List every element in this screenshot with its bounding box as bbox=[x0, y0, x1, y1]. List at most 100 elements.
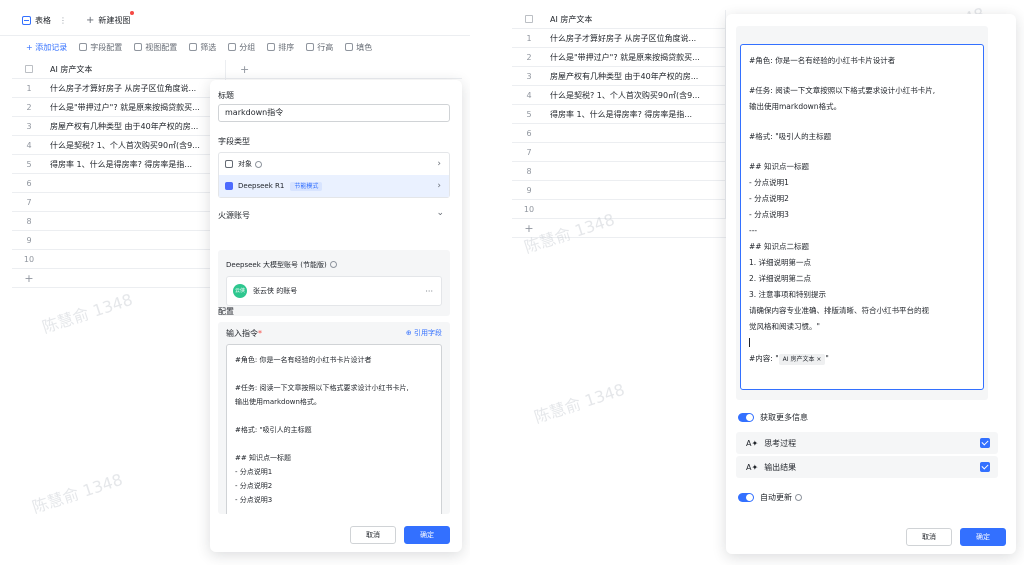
prompt-line: ## 知识点二标题 bbox=[749, 242, 809, 251]
tab-new-view[interactable]: + 新建视图 bbox=[86, 12, 130, 28]
sort-button[interactable]: 排序 bbox=[267, 42, 294, 53]
prompt-line: - 分点说明2 bbox=[749, 194, 789, 203]
table-cell[interactable] bbox=[546, 123, 726, 143]
sort-label: 排序 bbox=[278, 42, 295, 52]
column-header-ai-text[interactable]: AI 房产文本 bbox=[546, 9, 726, 29]
table-cell[interactable] bbox=[46, 249, 226, 269]
ok-button[interactable]: 确定 bbox=[960, 528, 1006, 546]
select-all-checkbox[interactable] bbox=[25, 65, 33, 73]
info-icon bbox=[255, 160, 262, 168]
auto-update-text: 自动更新 bbox=[760, 493, 792, 502]
table-cell[interactable] bbox=[546, 180, 726, 200]
output-result-option[interactable]: A✦ 输出结果 bbox=[736, 456, 998, 478]
fill-color-label: 填色 bbox=[356, 42, 373, 52]
auto-update-toggle[interactable] bbox=[738, 493, 754, 502]
table-cell[interactable]: 什么是契税? 1、个人首次购买90㎡(含9... bbox=[46, 135, 226, 155]
field-config-button[interactable]: 字段配置 bbox=[79, 42, 122, 53]
row-number: 8 bbox=[26, 216, 32, 226]
dialog-footer: 取消 确定 bbox=[350, 526, 450, 544]
table-cell[interactable] bbox=[546, 161, 726, 181]
fill-color-button[interactable]: 填色 bbox=[345, 42, 372, 53]
cancel-button[interactable]: 取消 bbox=[350, 526, 396, 544]
more-vertical-icon[interactable]: ⋮ bbox=[59, 16, 67, 25]
account-card[interactable]: 云侠 张云侠 的账号 ··· bbox=[226, 276, 442, 306]
row-number: 3 bbox=[526, 71, 532, 81]
chevron-down-icon[interactable]: ⌄ bbox=[436, 208, 444, 218]
field-type-object[interactable]: 对象 › bbox=[219, 153, 449, 175]
prompt-textarea[interactable]: #角色: 你是一名有经验的小红书卡片设计者 #任务: 阅读一下文章按照以下格式要求… bbox=[226, 344, 442, 514]
table-cell[interactable]: 什么房子才算好房子 从房子区位角度说... bbox=[546, 28, 726, 48]
field-type-label: 字段类型 bbox=[218, 137, 250, 146]
add-row-icon[interactable]: + bbox=[512, 222, 546, 235]
table-cell[interactable]: 得房率 1、什么是得房率? 得房率是指... bbox=[546, 104, 726, 124]
input-label-text: 输入指令 bbox=[226, 329, 258, 338]
info-icon bbox=[329, 261, 337, 268]
content-prefix: #内容: " bbox=[749, 354, 779, 363]
prompt-line: ## 知识点一标题 bbox=[235, 454, 291, 462]
prompt-line: - 分点说明1 bbox=[235, 468, 273, 476]
table-cell[interactable]: 什么房子才算好房子 从房子区位角度说... bbox=[46, 78, 226, 98]
table-cell[interactable] bbox=[46, 192, 226, 212]
table-cell[interactable]: 房屋产权有几种类型 由于40年产权的房... bbox=[546, 66, 726, 86]
table-cell[interactable] bbox=[546, 142, 726, 162]
gear-icon bbox=[79, 42, 88, 51]
prompt-line: 请确保内容专业准确、排版清晰、符合小红书平台的视 bbox=[749, 306, 929, 315]
row-number: 2 bbox=[526, 52, 532, 62]
prompt-line: - 分点说明2 bbox=[235, 482, 273, 490]
reference-field-link[interactable]: ⊕ 引用字段 bbox=[406, 328, 442, 338]
sort-icon bbox=[267, 42, 276, 51]
thinking-process-checkbox[interactable] bbox=[980, 438, 990, 448]
table-cell[interactable]: 得房率 1、什么是得房率? 得房率是指... bbox=[46, 154, 226, 174]
add-row-icon[interactable]: + bbox=[12, 272, 46, 285]
table-cell[interactable]: 什么是"带押过户"? 就是原来按揭贷款买... bbox=[46, 97, 226, 117]
table-cell[interactable] bbox=[46, 230, 226, 250]
filter-icon bbox=[189, 42, 198, 51]
field-config-dialog: #角色: 你是一名有经验的小红书卡片设计者 #任务: 阅读一下文章按照以下格式要求… bbox=[726, 14, 1016, 554]
column-header-ai-text[interactable]: AI 房产文本 bbox=[46, 59, 226, 79]
table-cell[interactable] bbox=[46, 173, 226, 193]
prompt-line: 3. 注意事项和特别提示 bbox=[749, 290, 827, 299]
content-reference-line: #内容: " AI 房产文本 × " bbox=[749, 351, 975, 367]
tab-table[interactable]: 表格 ⋮ bbox=[22, 12, 67, 28]
prompt-line bbox=[749, 115, 975, 129]
get-more-info-toggle[interactable] bbox=[738, 413, 754, 422]
auto-update-label: 自动更新 bbox=[760, 492, 802, 503]
row-number: 4 bbox=[526, 90, 532, 100]
field-type-deepseek[interactable]: Deepseek R1 节能模式 › bbox=[219, 175, 449, 197]
table-cell[interactable]: 房屋产权有几种类型 由于40年产权的房... bbox=[46, 116, 226, 136]
add-record-button[interactable]: + 添加记录 bbox=[26, 42, 67, 53]
table-cell[interactable] bbox=[46, 211, 226, 231]
row-number: 1 bbox=[526, 33, 532, 43]
account-title: Deepseek 大模型账号 (节能版) bbox=[226, 260, 337, 270]
title-input[interactable]: markdown指令 bbox=[218, 104, 450, 122]
grid-header-row: AI 房产文本 + bbox=[12, 59, 462, 79]
thinking-process-option[interactable]: A✦ 思考过程 bbox=[736, 432, 998, 454]
field-config-dialog: 标题 markdown指令 字段类型 对象 › Deepseek R1 节能模式… bbox=[210, 80, 462, 552]
prompt-line: - 分点说明1 bbox=[749, 178, 789, 187]
prompt-textarea[interactable]: #角色: 你是一名有经验的小红书卡片设计者 #任务: 阅读一下文章按照以下格式要求… bbox=[740, 44, 984, 390]
output-result-checkbox[interactable] bbox=[980, 462, 990, 472]
filter-button[interactable]: 筛选 bbox=[189, 42, 216, 53]
select-all-checkbox[interactable] bbox=[525, 15, 533, 23]
field-reference-chip[interactable]: AI 房产文本 × bbox=[778, 354, 826, 365]
view-config-button[interactable]: 视图配置 bbox=[134, 42, 177, 53]
row-number: 5 bbox=[526, 109, 532, 119]
prompt-line: 觉风格和阅读习惯。" bbox=[749, 322, 820, 331]
more-horizontal-icon[interactable]: ··· bbox=[425, 287, 433, 296]
add-column-icon[interactable]: + bbox=[226, 63, 249, 76]
text-caret bbox=[749, 335, 975, 351]
cancel-button[interactable]: 取消 bbox=[906, 528, 952, 546]
row-number: 2 bbox=[26, 102, 32, 112]
group-button[interactable]: 分组 bbox=[228, 42, 255, 53]
row-height-button[interactable]: 行高 bbox=[306, 42, 333, 53]
deepseek-icon bbox=[225, 182, 233, 190]
prompt-line: #任务: 阅读一下文章按照以下格式要求设计小红书卡片, bbox=[235, 384, 409, 392]
table-cell[interactable] bbox=[546, 199, 726, 219]
table-cell[interactable]: 什么是"带押过户"? 就是原来按揭贷款买... bbox=[546, 47, 726, 67]
watermark: 陈慧俞 1348 bbox=[531, 379, 627, 427]
prompt-line bbox=[749, 69, 975, 83]
title-label: 标题 bbox=[218, 91, 234, 100]
ok-button[interactable]: 确定 bbox=[404, 526, 450, 544]
table-cell[interactable]: 什么是契税? 1、个人首次购买90㎡(含9... bbox=[546, 85, 726, 105]
account-box: Deepseek 大模型账号 (节能版) 云侠 张云侠 的账号 ··· bbox=[218, 250, 450, 316]
